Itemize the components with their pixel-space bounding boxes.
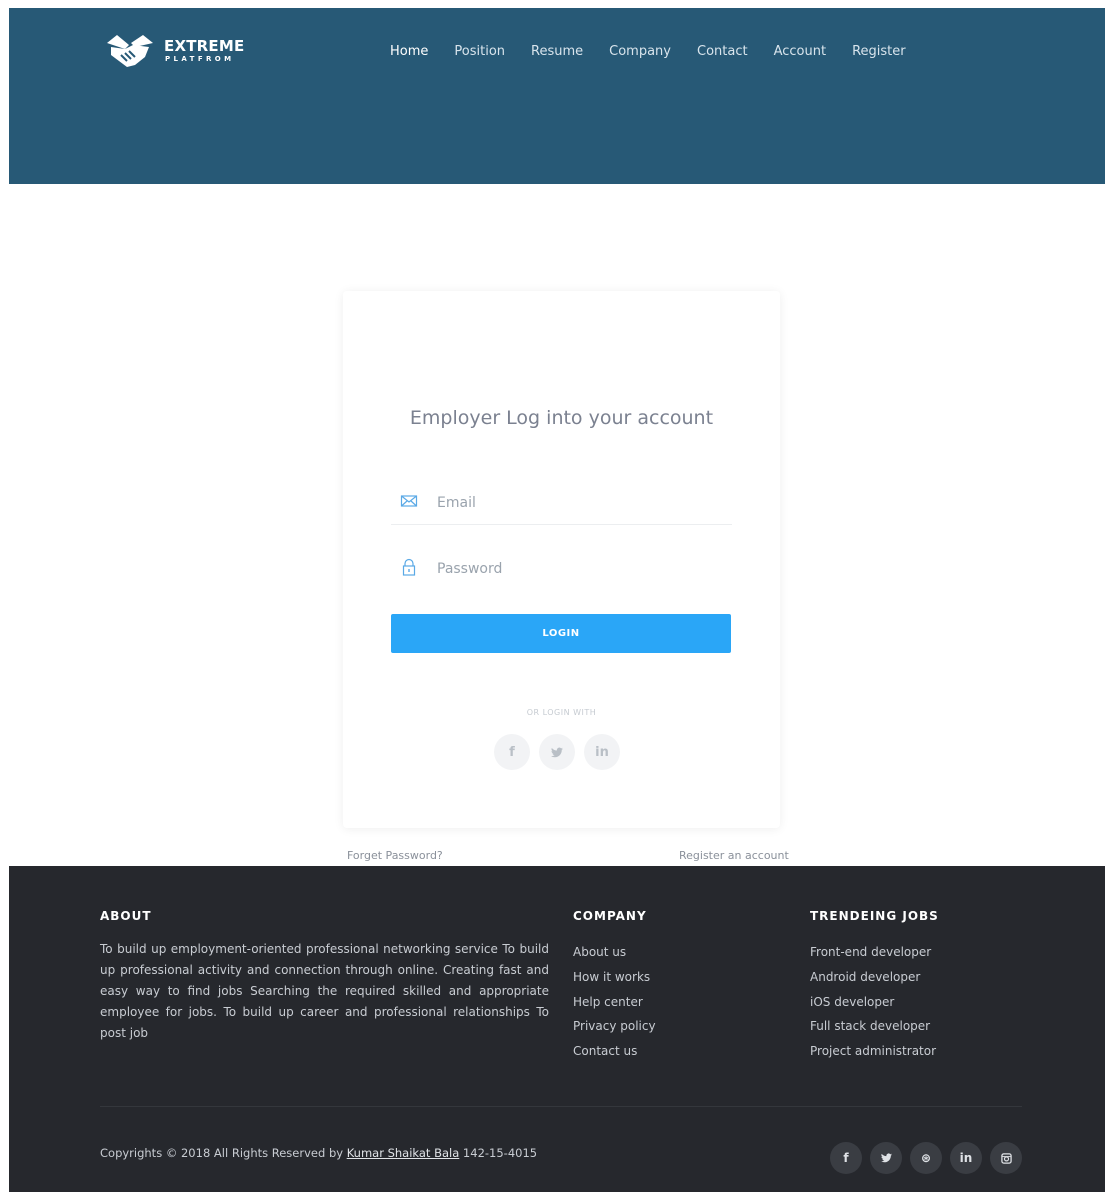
jobs-heading: TRENDEING JOBS (810, 909, 939, 923)
footer-link-privacy-policy[interactable]: Privacy policy (573, 1014, 656, 1039)
copyright-prefix: Copyrights © 2018 All Rights Reserved by (100, 1146, 347, 1160)
nav-home[interactable]: Home (390, 44, 428, 59)
linkedin-icon[interactable]: in (950, 1142, 982, 1174)
footer-trending-jobs: TRENDEING JOBS Front-end developer Andro… (810, 909, 939, 1064)
copyright-text: Copyrights © 2018 All Rights Reserved by… (100, 1146, 537, 1160)
footer-divider (100, 1106, 1022, 1107)
instagram-icon[interactable] (990, 1142, 1022, 1174)
social-login-group: f in (494, 734, 620, 770)
job-link-full-stack[interactable]: Full stack developer (810, 1014, 939, 1039)
facebook-icon[interactable]: f (494, 734, 530, 770)
job-link-front-end[interactable]: Front-end developer (810, 940, 939, 965)
login-title: Employer Log into your account (409, 407, 714, 429)
footer-company: COMPANY About us How it works Help cente… (573, 909, 656, 1064)
about-heading: ABOUT (100, 909, 152, 923)
email-field-wrapper (391, 480, 732, 525)
about-text: To build up employment-oriented professi… (100, 942, 549, 1040)
job-link-project-admin[interactable]: Project administrator (810, 1039, 939, 1064)
linkedin-icon[interactable]: in (584, 734, 620, 770)
nav-position[interactable]: Position (454, 44, 505, 59)
register-account-link[interactable]: Register an account (679, 849, 789, 862)
nav-resume[interactable]: Resume (531, 44, 583, 59)
dribbble-icon[interactable]: ⊛ (910, 1142, 942, 1174)
envelope-icon (400, 495, 418, 507)
login-card: Employer Log into your account LOGIN OR … (343, 291, 780, 828)
facebook-icon[interactable]: f (830, 1142, 862, 1174)
job-link-ios[interactable]: iOS developer (810, 990, 939, 1015)
password-input[interactable] (437, 546, 727, 591)
footer-link-contact-us[interactable]: Contact us (573, 1039, 656, 1064)
footer-link-how-it-works[interactable]: How it works (573, 965, 656, 990)
footer-social-group: f ⊛ in (830, 1142, 1022, 1174)
forget-password-link[interactable]: Forget Password? (347, 849, 443, 862)
twitter-icon[interactable] (870, 1142, 902, 1174)
handshake-icon (107, 35, 153, 67)
copyright-suffix: 142-15-4015 (459, 1146, 538, 1160)
password-field-wrapper (391, 546, 732, 591)
footer: ABOUT To build up employment-oriented pr… (9, 866, 1105, 1192)
brand-title: EXTREME (164, 37, 245, 55)
main-nav: Home Position Resume Company Contact Acc… (390, 44, 932, 59)
footer-link-about-us[interactable]: About us (573, 940, 656, 965)
login-button[interactable]: LOGIN (391, 614, 731, 653)
twitter-icon[interactable] (539, 734, 575, 770)
email-input[interactable] (437, 480, 727, 525)
nav-contact[interactable]: Contact (697, 44, 748, 59)
brand-logo[interactable]: EXTREME PLATFROM (105, 33, 244, 69)
job-link-android[interactable]: Android developer (810, 965, 939, 990)
company-heading: COMPANY (573, 909, 647, 923)
author-link[interactable]: Kumar Shaikat Bala (347, 1146, 460, 1160)
or-login-with-label: OR LOGIN WITH (526, 708, 597, 717)
nav-account[interactable]: Account (774, 44, 827, 59)
nav-company[interactable]: Company (609, 44, 671, 59)
lock-icon (402, 558, 416, 576)
footer-link-help-center[interactable]: Help center (573, 990, 656, 1015)
nav-register[interactable]: Register (852, 44, 906, 59)
footer-about: ABOUT To build up employment-oriented pr… (100, 909, 549, 1044)
brand-subtitle: PLATFROM (165, 55, 235, 63)
header: EXTREME PLATFROM Home Position Resume Co… (9, 8, 1105, 184)
